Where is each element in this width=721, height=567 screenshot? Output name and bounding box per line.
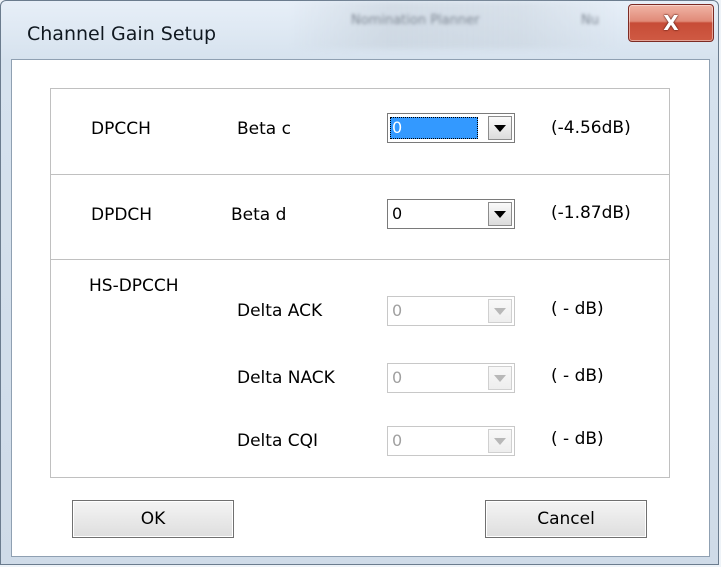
background-window-title: Nu bbox=[581, 13, 599, 28]
window-title: Channel Gain Setup bbox=[27, 23, 217, 45]
beta-d-value: 0 bbox=[392, 204, 403, 223]
beta-d-dropdown[interactable]: 0 bbox=[387, 199, 515, 229]
delta-ack-db-value: ( - dB) bbox=[551, 299, 604, 319]
chevron-down-icon bbox=[494, 210, 506, 218]
hs-dpcch-label: HS-DPCCH bbox=[89, 276, 179, 296]
delta-cqi-label: Delta CQI bbox=[237, 431, 319, 451]
delta-ack-label: Delta ACK bbox=[237, 301, 323, 321]
delta-cqi-db-value: ( - dB) bbox=[551, 429, 604, 449]
beta-d-label: Beta d bbox=[231, 205, 287, 225]
beta-c-value: 0 bbox=[390, 117, 478, 139]
dropdown-arrow-button[interactable] bbox=[488, 202, 512, 226]
delta-nack-value: 0 bbox=[392, 368, 403, 387]
background-window-title: Nomination Planner bbox=[351, 13, 480, 28]
close-icon: X bbox=[663, 11, 679, 35]
dpdch-group: DPDCH Beta d 0 (-1.87dB) bbox=[50, 174, 670, 260]
dropdown-arrow-button bbox=[488, 299, 512, 323]
chevron-down-icon bbox=[494, 437, 506, 445]
dialog-window: Nomination Planner Nu Channel Gain Setup… bbox=[0, 0, 719, 565]
chevron-down-icon bbox=[494, 307, 506, 315]
hs-dpcch-group: HS-DPCCH Delta ACK 0 ( - dB) Delta NACK … bbox=[50, 259, 670, 478]
ok-button[interactable]: OK bbox=[72, 500, 234, 538]
dpcch-label: DPCCH bbox=[91, 119, 151, 139]
delta-nack-label: Delta NACK bbox=[237, 368, 335, 388]
dialog-client-area: DPCCH Beta c 0 (-4.56dB) DPDCH Beta d 0 … bbox=[11, 59, 710, 557]
delta-cqi-dropdown: 0 bbox=[387, 426, 515, 456]
delta-cqi-value: 0 bbox=[392, 431, 403, 450]
delta-nack-dropdown: 0 bbox=[387, 363, 515, 393]
dropdown-arrow-button bbox=[488, 429, 512, 453]
delta-ack-value: 0 bbox=[392, 301, 403, 320]
dropdown-arrow-button bbox=[488, 366, 512, 390]
chevron-down-icon bbox=[494, 374, 506, 382]
delta-ack-dropdown: 0 bbox=[387, 296, 515, 326]
beta-c-dropdown[interactable]: 0 bbox=[387, 113, 515, 143]
delta-nack-db-value: ( - dB) bbox=[551, 366, 604, 386]
chevron-down-icon bbox=[494, 124, 506, 132]
beta-d-db-value: (-1.87dB) bbox=[551, 203, 631, 223]
dpdch-label: DPDCH bbox=[91, 205, 153, 225]
cancel-button[interactable]: Cancel bbox=[485, 500, 647, 538]
beta-c-db-value: (-4.56dB) bbox=[551, 118, 631, 138]
beta-c-label: Beta c bbox=[237, 119, 291, 139]
dropdown-arrow-button[interactable] bbox=[488, 116, 512, 140]
close-button[interactable]: X bbox=[628, 4, 714, 42]
dpcch-group: DPCCH Beta c 0 (-4.56dB) bbox=[50, 88, 670, 175]
